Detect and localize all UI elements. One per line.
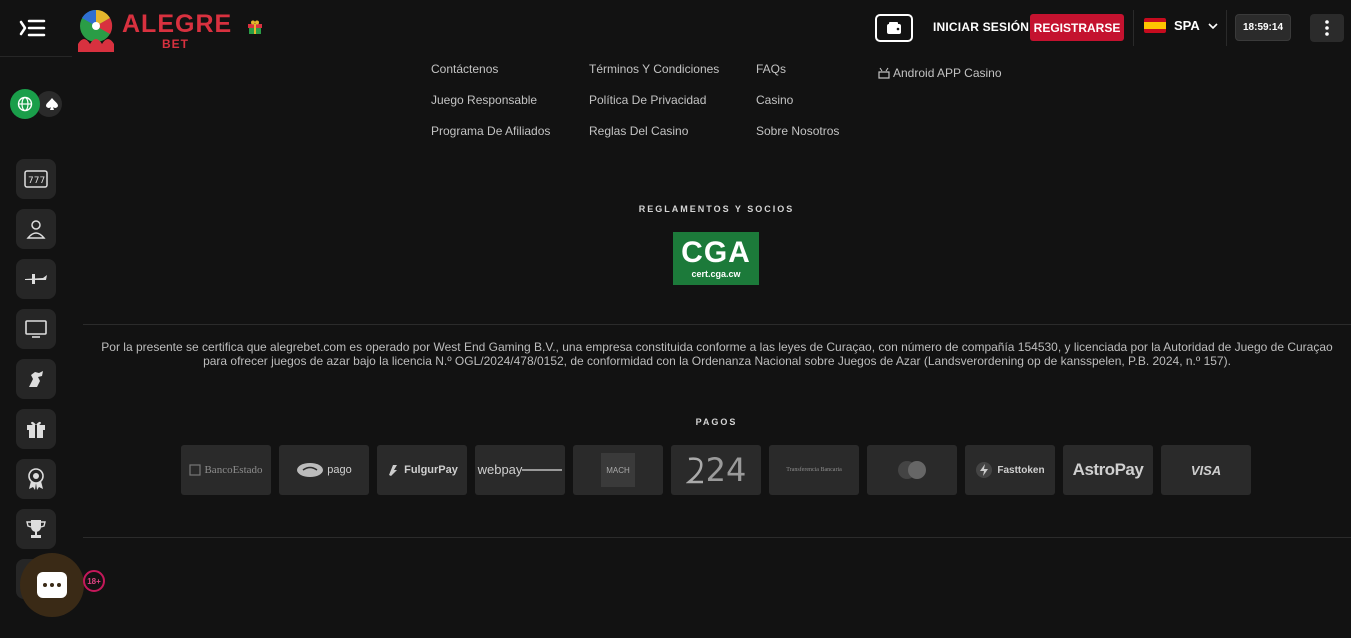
sidebar: 777 — [0, 56, 72, 638]
handshake-icon — [297, 463, 324, 477]
clock: 18:59:14 — [1235, 14, 1291, 41]
aviator-icon — [25, 274, 47, 284]
license-text: Por la presente se certifica que alegreb… — [101, 340, 1333, 368]
gift-icon — [27, 421, 45, 438]
payment-fulgurpay: FulgurPay — [377, 445, 467, 495]
footer-link-about[interactable]: Sobre Nosotros — [756, 124, 839, 138]
payment-mach: MACH — [573, 445, 663, 495]
cga-logo-text: CGA — [681, 235, 751, 269]
mastercard-icon — [898, 461, 926, 479]
header-divider — [1226, 10, 1227, 46]
live-dealer-icon — [26, 220, 46, 239]
footer-divider — [83, 324, 1351, 325]
pago24-icon — [685, 457, 703, 484]
payment-fasttoken: Fasttoken — [965, 445, 1055, 495]
sidebar-item-gifts[interactable] — [16, 409, 56, 449]
android-app-label: Android APP Casino — [893, 66, 1002, 80]
logo-text: ALEGRE — [122, 10, 233, 38]
fulgurpay-icon — [389, 465, 398, 476]
footer-link-responsible-gaming[interactable]: Juego Responsable — [431, 93, 537, 107]
sidebar-item-aviator[interactable] — [16, 259, 56, 299]
payment-bancoestado: BancoEstado — [181, 445, 271, 495]
sidebar-item-horse-racing[interactable] — [16, 359, 56, 399]
header-divider — [1133, 10, 1134, 46]
wallet-button[interactable] — [875, 14, 913, 42]
chevron-down-icon — [1208, 22, 1218, 29]
cga-certificate-badge[interactable]: CGA cert.cga.cw — [673, 232, 759, 285]
footer-divider — [83, 537, 1351, 538]
roulette-logo-icon — [78, 9, 114, 52]
tv-games-icon — [25, 320, 47, 338]
award-icon — [28, 468, 44, 490]
slots-icon: 777 — [24, 170, 48, 188]
bancoestado-icon — [189, 464, 202, 476]
spain-flag-icon — [1144, 18, 1166, 33]
sidebar-item-tournaments[interactable] — [16, 509, 56, 549]
payment-webpay: webpay — [475, 445, 565, 495]
footer-link-contact[interactable]: Contáctenos — [431, 62, 498, 76]
footer-link-privacy[interactable]: Política De Privacidad — [589, 93, 706, 107]
live-chat-button[interactable] — [20, 553, 84, 617]
brand-logo[interactable]: ALEGRE BET — [72, 8, 232, 54]
sidebar-item-slots[interactable]: 777 — [16, 159, 56, 199]
sidebar-item-tv-games[interactable] — [16, 309, 56, 349]
header: ALEGRE BET INICIAR SESIÓN REGISTRARSE SP… — [0, 0, 1351, 56]
login-link[interactable]: INICIAR SESIÓN — [933, 20, 1029, 34]
globe-icon[interactable] — [10, 89, 40, 119]
payment-pago: pago — [279, 445, 369, 495]
trophy-icon — [26, 520, 46, 538]
promo-gift-icon[interactable] — [247, 19, 263, 35]
age-restriction-badge: 18+ — [83, 570, 105, 592]
payment-24: 24 — [671, 445, 761, 495]
footer-link-affiliates[interactable]: Programa De Afiliados — [431, 124, 550, 138]
footer-link-faqs[interactable]: FAQs — [756, 62, 786, 76]
more-options-button[interactable] — [1310, 14, 1344, 42]
menu-toggle-icon[interactable] — [18, 16, 46, 40]
webpay-icon — [522, 469, 563, 471]
language-label: SPA — [1174, 18, 1200, 33]
android-icon — [878, 67, 890, 79]
mode-toggle[interactable] — [10, 89, 62, 119]
payment-astropay: AstroPay — [1063, 445, 1153, 495]
payment-visa: VISA — [1161, 445, 1251, 495]
register-button[interactable]: REGISTRARSE — [1030, 14, 1124, 41]
footer-link-terms[interactable]: Términos Y Condiciones — [589, 62, 719, 76]
payment-methods: BancoEstado pago FulgurPay webpay MACH 2… — [181, 445, 1251, 495]
fasttoken-icon — [976, 462, 993, 478]
chat-icon — [37, 572, 67, 598]
logo-subtext: BET — [162, 37, 189, 51]
payment-transferencia: Transferencia Bancaria — [769, 445, 859, 495]
payment-mastercard — [867, 445, 957, 495]
svg-text:777: 777 — [28, 176, 45, 186]
cga-url: cert.cga.cw — [691, 268, 741, 279]
footer-link-casino-rules[interactable]: Reglas Del Casino — [589, 124, 688, 138]
wallet-icon — [887, 22, 901, 34]
footer-link-casino[interactable]: Casino — [756, 93, 793, 107]
android-app-link[interactable]: Android APP Casino — [877, 66, 1002, 80]
language-select[interactable]: SPA — [1144, 18, 1218, 33]
payments-title: PAGOS — [695, 417, 738, 427]
sidebar-item-achievements[interactable] — [16, 459, 56, 499]
regulations-title: REGLAMENTOS Y SOCIOS — [638, 204, 795, 214]
sidebar-item-live-dealer[interactable] — [16, 209, 56, 249]
horse-racing-icon — [29, 371, 43, 387]
kebab-icon — [1325, 20, 1329, 36]
